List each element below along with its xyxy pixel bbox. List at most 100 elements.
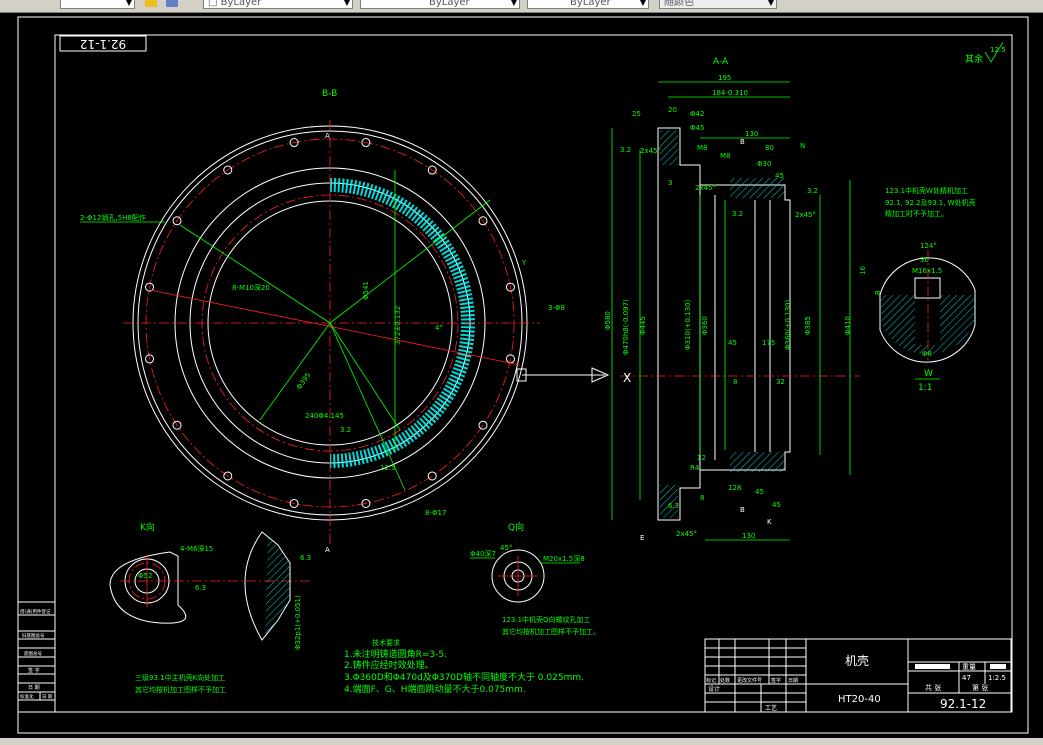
rev-header-doc: 更改文件号 — [737, 677, 762, 684]
dim-phi580: Φ580 — [604, 311, 612, 330]
dim-m8-b: M8 — [720, 152, 731, 160]
rough-k-2: 6.3 — [300, 554, 311, 562]
tech-req-2: 2.铸件应经时效处理。 — [344, 659, 434, 671]
dim-phi360-b: Φ360(+0.130) — [784, 299, 792, 350]
side-row-1: 借(通)用件登记 — [20, 608, 51, 615]
side-row-5: 日 期 — [28, 685, 40, 691]
dim-m8-a: M8 — [697, 144, 708, 152]
tech-req-title: 技术要求 — [372, 638, 400, 647]
sheet-number: 第 张 — [972, 683, 988, 692]
plotstyle-value: 随颜色 — [664, 0, 694, 8]
lineweight-dropdown[interactable]: ByLayer ▼ — [527, 0, 649, 9]
dim-k-bore: Φ32p1(+0.051) — [294, 595, 302, 650]
title-block: 重量 47 1:2.5 共 张 第 张 机壳 HT20-40 92.1-12 标… — [704, 638, 1012, 713]
note-w-2: 92.1, 92.2及93.1, W处机壳 — [885, 198, 976, 207]
linetype-dropdown[interactable]: ByLayer ▼ — [360, 0, 520, 9]
weight-label: 重量 — [962, 663, 976, 671]
color-value: ByLayer — [220, 0, 262, 8]
view-w-scale: 1:1 — [918, 383, 932, 393]
chevron-down-icon: ▼ — [767, 0, 774, 7]
status-bar — [0, 738, 1043, 745]
dim-holes-3: 3-Φ8 — [548, 304, 565, 312]
roughness-other-label: 其余 — [965, 53, 983, 65]
dim-m16: M16x1.5 — [912, 267, 942, 275]
rough-25: 25 — [632, 110, 641, 118]
chevron-down-icon: ▼ — [343, 0, 350, 7]
dim-q-thread: M20x1.5深8 — [543, 554, 585, 563]
view-k-label: K向 — [140, 521, 155, 533]
dim-dia-395: Φ395 — [295, 371, 312, 391]
dim-3: 3 — [668, 179, 672, 187]
inner-frame — [54, 34, 1013, 713]
view-y-label: Y — [521, 259, 527, 267]
rough-3-2-c: 3.2 — [732, 210, 743, 218]
view-q: Q向 Φ40深7 M20x1.5深8 45° 123.1中机壳Q向螺纹孔加工 其… — [470, 521, 600, 636]
dim-chamfer-4: 2x45° — [676, 530, 697, 538]
dim-chamfer-3: 2x45° — [795, 211, 816, 219]
plotstyle-dropdown[interactable]: 随颜色 ▼ — [659, 0, 777, 9]
dim-45-b: 45 — [728, 339, 737, 347]
rev-header-sign: 签字 — [771, 677, 781, 684]
section-a-bottom: A — [325, 546, 330, 554]
view-aa: A-A 195 184-0.310 20 Φ42 25 3.2 2x45° Φ4… — [604, 57, 860, 542]
dim-phi445: Φ445 — [639, 316, 647, 335]
dim-phi8: Φ8 — [922, 350, 932, 358]
drawing-canvas[interactable]: 92.1-12 其余 12.5 B-B 2-Φ12销孔,5H8配作 8-M10深… — [0, 13, 1043, 738]
layer-previous-icon[interactable] — [166, 0, 178, 7]
rough-12-5: 12.5 — [380, 464, 396, 472]
dim-q-angle: 45° — [500, 544, 512, 552]
layer-state-icon[interactable] — [145, 0, 157, 7]
rough-3-2: 3.2 — [340, 426, 351, 434]
dim-128: 128 — [728, 484, 741, 492]
side-row-3: 底图总号 — [24, 650, 42, 657]
dim-130-b: 130 — [742, 532, 755, 540]
dim-45: 45 — [775, 172, 784, 180]
dim-12: 12 — [697, 454, 706, 462]
side-row-4: 签 字 — [28, 667, 40, 674]
dim-q-dia: Φ40深7 — [470, 549, 496, 558]
view-aa-label: A-A — [713, 57, 729, 67]
sheets-total: 共 张 — [925, 683, 941, 692]
dim-30: 30 — [920, 256, 929, 264]
note-q-1: 123.1中机壳Q向螺纹孔加工 — [502, 615, 591, 624]
dim-20: 20 — [668, 106, 677, 114]
dim-16: 16 — [859, 266, 867, 275]
cad-drawing[interactable]: 92.1-12 其余 12.5 B-B 2-Φ12销孔,5H8配作 8-M10深… — [0, 13, 1043, 738]
dim-184: 184-0.310 — [712, 89, 748, 97]
dim-195: 195 — [718, 74, 731, 82]
view-bb-label: B-B — [322, 89, 337, 99]
dim-8-w: 8 — [874, 291, 882, 295]
note-k-1: 三级93.1中主机壳K向处加工 — [135, 673, 225, 682]
rough-6-3: 6.3 — [668, 502, 679, 510]
dim-phi310: Φ310(+0.130) — [684, 299, 692, 350]
linetype-value: ByLayer — [429, 0, 470, 8]
view-bb: B-B 2-Φ12销孔,5H8配作 8-M10深20 Φ541 372±0.13… — [80, 89, 610, 554]
side-row-2: 旧底图总号 — [22, 632, 45, 639]
chevron-down-icon: ▼ — [125, 0, 132, 7]
dim-phi410: Φ410 — [844, 316, 852, 335]
dim-dia-541: Φ541 — [362, 281, 370, 300]
dim-372: 372±0.132 — [394, 306, 402, 345]
dim-phi385: Φ385 — [804, 316, 812, 335]
color-dropdown[interactable]: □ ByLayer ▼ — [203, 0, 353, 9]
weight-value: 47 — [962, 674, 971, 682]
note-w-1: 123.1中机壳W处精机加工 — [885, 186, 968, 195]
rev-header-mark: 标记 — [706, 677, 716, 684]
rough-3-2: 3.2 — [620, 146, 631, 154]
dim-phi42: Φ42 — [690, 110, 704, 118]
view-q-label: Q向 — [508, 521, 524, 533]
dim-phi30: Φ30 — [757, 160, 771, 168]
view-e-label: E — [640, 534, 644, 542]
note-k-2: 其它均按机加工图样不予加工 — [135, 685, 226, 694]
dim-124: 124° — [920, 242, 937, 250]
drawing-number: 92.1-12 — [940, 697, 986, 711]
dim-phi470: Φ470h8(-0.097) — [622, 299, 630, 355]
dim-45-c: 45 — [755, 488, 764, 496]
view-b-mark-top: B — [740, 138, 745, 146]
rev-header-date: 日期 — [788, 678, 798, 684]
dim-threads: 8-M10深20 — [232, 283, 270, 292]
view-w: 123.1中机壳W处精机加工 92.1, 92.2及93.1, W处机壳 精加工… — [859, 186, 976, 393]
view-n-mark: N — [800, 142, 805, 150]
layer-dropdown-stub[interactable]: ▼ — [60, 0, 135, 9]
dim-45-d: 45 — [772, 501, 781, 509]
